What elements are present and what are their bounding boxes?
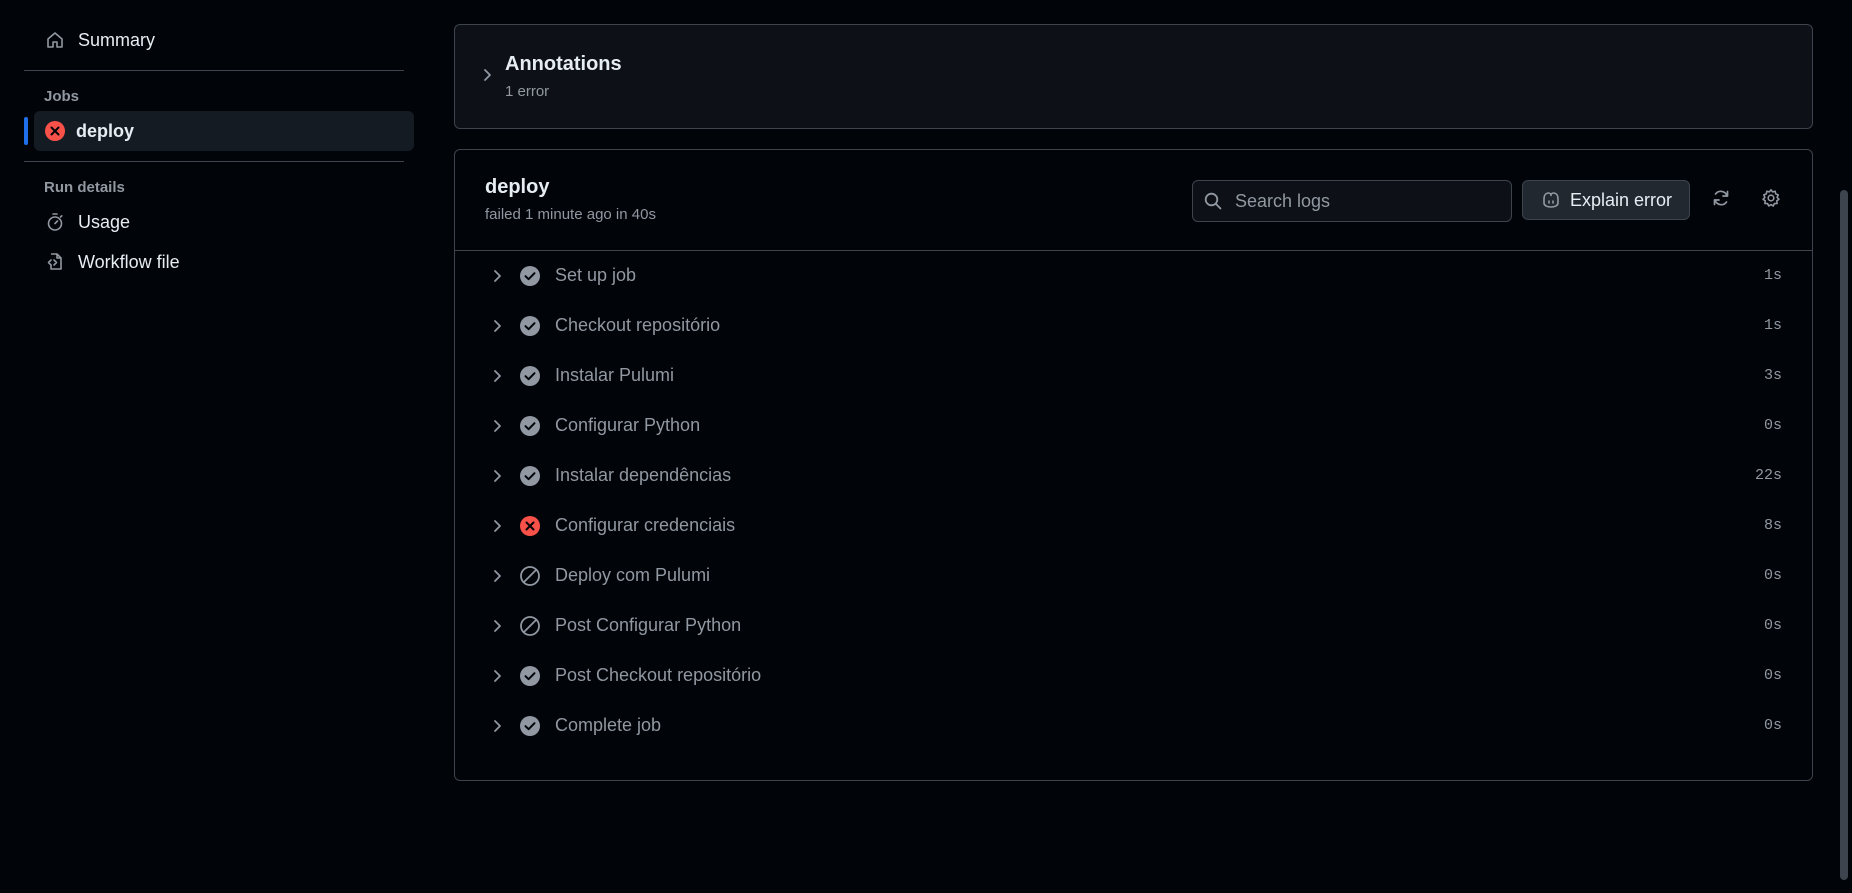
step-name: Complete job [555,715,662,735]
check-circle-icon [519,465,541,487]
step-name: Instalar dependências [555,465,732,485]
step-row[interactable]: Post Checkout repositório 0s [455,651,1812,701]
chevron-right-icon[interactable] [489,518,505,534]
job-title: deploy [485,176,550,198]
step-duration: 0s [1763,667,1782,684]
rerun-button[interactable] [1705,184,1737,216]
home-icon [44,29,66,51]
step-row[interactable]: Deploy com Pulumi 0s [455,551,1812,601]
explain-error-label: Explain error [1569,189,1673,210]
page: Summary Jobs deploy Run details Usage Wo… [0,0,1852,893]
step-duration: 0s [1763,717,1782,734]
sidebar-item-label: deploy [76,120,135,141]
step-duration: 8s [1763,517,1782,534]
chevron-right-icon[interactable] [489,668,505,684]
chevron-right-icon[interactable] [489,268,505,284]
sidebar: Summary Jobs deploy Run details Usage Wo… [24,20,414,282]
step-duration: 0s [1763,567,1782,584]
annotations-panel[interactable]: Annotations 1 error [454,24,1813,129]
chevron-right-icon[interactable] [489,618,505,634]
step-name: Instalar Pulumi [555,365,675,385]
scrollbar[interactable] [1836,0,1852,893]
sync-icon [1711,188,1731,213]
sidebar-item-label: Workflow file [78,251,180,272]
sidebar-item-summary[interactable]: Summary [24,20,404,60]
search-input[interactable] [1233,189,1497,213]
chevron-right-icon[interactable] [489,368,505,384]
sidebar-item-workflow-file[interactable]: Workflow file [24,242,404,282]
check-circle-icon [519,315,541,337]
explain-error-button[interactable]: Explain error [1522,180,1690,220]
step-name: Configurar credenciais [555,515,736,535]
settings-button[interactable] [1755,184,1787,216]
chevron-right-icon[interactable] [489,718,505,734]
step-name: Post Configurar Python [555,615,742,635]
sidebar-item-label: Summary [78,29,156,50]
check-circle-icon [519,365,541,387]
jobs-heading: Jobs [44,87,80,105]
step-name: Checkout repositório [555,315,721,335]
sidebar-item-usage[interactable]: Usage [24,202,404,242]
error-circle-icon [44,120,66,142]
sidebar-item-label: Usage [78,211,131,232]
check-circle-icon [519,715,541,737]
gear-icon [1761,188,1781,213]
sidebar-item-deploy[interactable]: deploy [24,111,414,151]
error-circle-icon [519,515,541,537]
step-row[interactable]: Configurar credenciais 8s [455,501,1812,551]
step-name: Set up job [555,265,637,285]
step-row[interactable]: Set up job 1s [455,251,1812,301]
job-panel: deploy failed 1 minute ago in 40s Explai… [454,149,1813,781]
step-duration: 1s [1763,317,1782,334]
chevron-right-icon[interactable] [489,418,505,434]
step-duration: 0s [1763,417,1782,434]
chevron-right-icon[interactable] [489,468,505,484]
job-header: deploy failed 1 minute ago in 40s Explai… [455,150,1812,251]
step-duration: 22s [1754,467,1782,484]
check-circle-icon [519,415,541,437]
step-name: Configurar Python [555,415,701,435]
divider [24,161,404,162]
step-duration: 0s [1763,617,1782,634]
scrollbar-thumb[interactable] [1840,190,1848,880]
chevron-right-icon[interactable] [479,67,495,83]
run-details-heading: Run details [44,178,125,196]
check-circle-icon [519,265,541,287]
chevron-right-icon[interactable] [489,318,505,334]
step-duration: 3s [1763,367,1782,384]
step-name: Post Checkout repositório [555,665,762,685]
check-circle-icon [519,665,541,687]
search-icon [1203,191,1223,211]
search-logs-field[interactable] [1192,180,1512,222]
step-row[interactable]: Checkout repositório 1s [455,301,1812,351]
copilot-icon [1540,189,1562,211]
step-name: Deploy com Pulumi [555,565,711,585]
skip-circle-icon [519,565,541,587]
stopwatch-icon [44,211,66,233]
step-duration: 1s [1763,267,1782,284]
step-row[interactable]: Complete job 0s [455,701,1812,751]
file-code-icon [44,251,66,273]
chevron-right-icon[interactable] [489,568,505,584]
annotations-title: Annotations [505,53,622,75]
step-row[interactable]: Instalar Pulumi 3s [455,351,1812,401]
divider [24,70,404,71]
step-row[interactable]: Instalar dependências 22s [455,451,1812,501]
step-row[interactable]: Post Configurar Python 0s [455,601,1812,651]
skip-circle-icon [519,615,541,637]
step-list: Set up job 1s Checkout repositório 1s Instal… [455,251,1812,751]
job-status-text: failed 1 minute ago in 40s [485,206,656,223]
annotations-count: 1 error [505,83,550,100]
step-row[interactable]: Configurar Python 0s [455,401,1812,451]
